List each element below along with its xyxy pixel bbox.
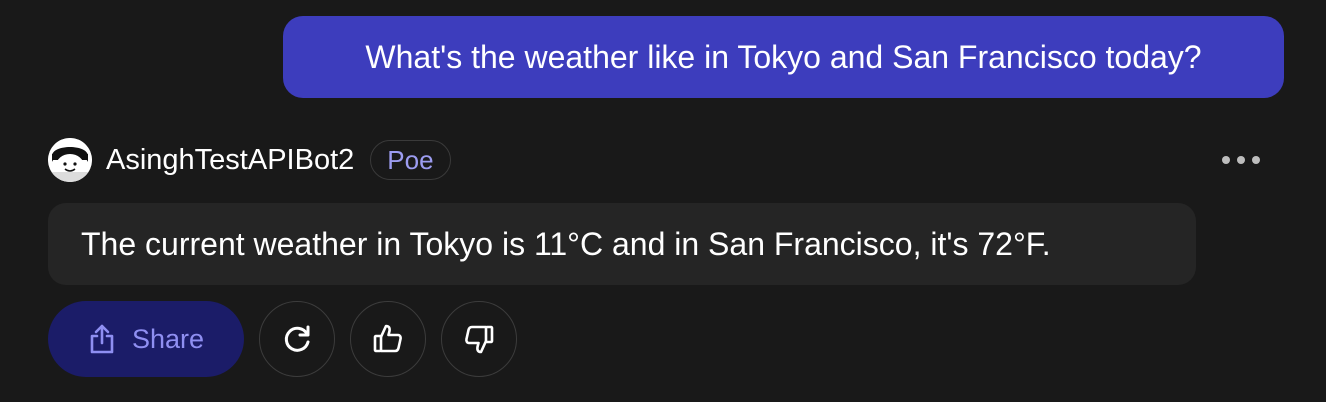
bot-header: AsinghTestAPIBot2 Poe (48, 138, 451, 182)
smiling-face-avatar-icon (48, 138, 92, 182)
bot-provider-badge: Poe (370, 140, 451, 180)
user-message-bubble: What's the weather like in Tokyo and San… (283, 16, 1284, 98)
share-button[interactable]: Share (48, 301, 244, 377)
ellipsis-dot (1252, 156, 1260, 164)
thumbs-down-icon (465, 325, 494, 354)
thumbs-up-icon (373, 324, 402, 353)
retry-button[interactable] (259, 301, 335, 377)
ellipsis-dot (1237, 156, 1245, 164)
refresh-icon (284, 325, 310, 352)
like-button[interactable] (350, 301, 426, 377)
ellipsis-icon (1222, 156, 1230, 164)
chat-page: What's the weather like in Tokyo and San… (0, 0, 1326, 402)
bot-message-bubble: The current weather in Tokyo is 11°C and… (48, 203, 1196, 285)
bot-avatar[interactable] (48, 138, 92, 182)
more-options-button[interactable] (1218, 146, 1264, 174)
share-button-label: Share (131, 323, 205, 354)
share-upload-icon (88, 323, 116, 355)
dislike-button[interactable] (441, 301, 517, 377)
user-message-text: What's the weather like in Tokyo and San… (365, 38, 1202, 75)
bot-message-text: The current weather in Tokyo is 11°C and… (81, 225, 1051, 262)
bot-name[interactable]: AsinghTestAPIBot2 (106, 144, 354, 177)
